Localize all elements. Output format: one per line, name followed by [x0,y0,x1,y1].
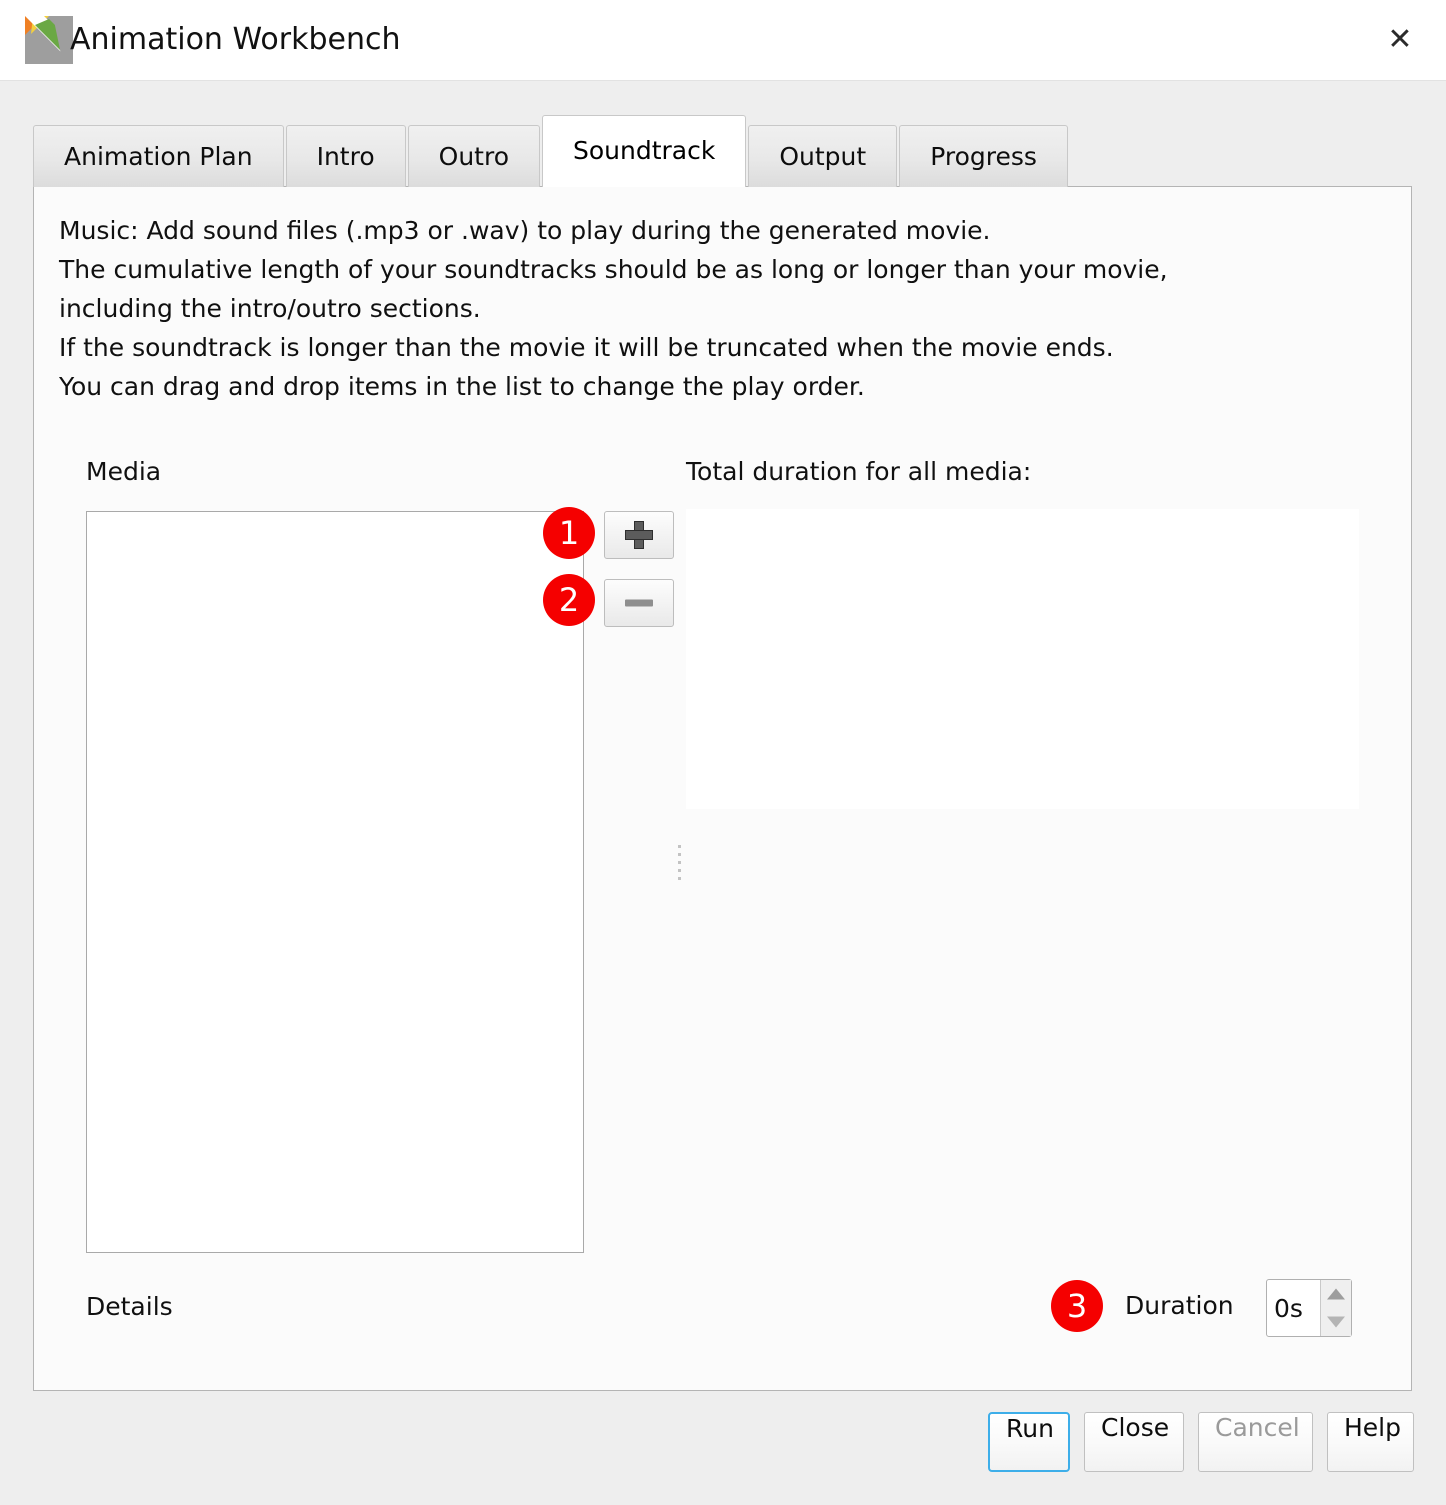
spinner-buttons [1320,1280,1351,1336]
tab-output[interactable]: Output [748,125,898,187]
annotation-badge-2: 2 [543,574,595,626]
total-duration-display [686,509,1359,809]
run-button[interactable]: Run [988,1412,1070,1472]
media-label: Media [86,457,162,486]
total-duration-label: Total duration for all media: [686,457,1032,486]
details-label: Details [86,1292,173,1321]
close-icon[interactable]: ✕ [1379,19,1421,61]
duration-spinner[interactable] [1266,1279,1352,1337]
close-button[interactable]: Close [1084,1412,1184,1472]
cancel-button: Cancel [1198,1412,1313,1472]
minus-icon [625,599,653,607]
title-bar: Animation Workbench ✕ [0,0,1446,81]
plus-icon [625,521,653,549]
tab-outro[interactable]: Outro [407,125,540,187]
dialog-button-bar: Run Close Cancel Help [0,1412,1446,1472]
annotation-badge-1: 1 [543,507,595,559]
tab-intro[interactable]: Intro [285,125,406,187]
tab-progress[interactable]: Progress [899,125,1068,187]
media-list[interactable] [86,511,584,1253]
tab-animation-plan[interactable]: Animation Plan [33,125,284,187]
help-button[interactable]: Help [1327,1412,1414,1472]
caret-down-icon[interactable] [1321,1308,1351,1336]
soundtrack-panel: Music: Add sound files (.mp3 or .wav) to… [33,186,1412,1391]
remove-media-button[interactable] [604,579,674,627]
window-title: Animation Workbench [70,22,401,57]
splitter-grip-icon [678,845,682,880]
duration-label: Duration [1125,1291,1234,1320]
add-media-button[interactable] [604,511,674,559]
tab-bar: Animation Plan Intro Outro Soundtrack Ou… [33,115,1070,187]
caret-up-icon[interactable] [1321,1280,1351,1308]
panel-splitter[interactable] [674,511,686,1253]
tab-soundtrack[interactable]: Soundtrack [542,115,747,187]
annotation-badge-3: 3 [1051,1280,1103,1332]
duration-input[interactable] [1267,1280,1320,1336]
animation-workbench-logo-icon [25,16,73,64]
soundtrack-description: Music: Add sound files (.mp3 or .wav) to… [59,216,1168,401]
